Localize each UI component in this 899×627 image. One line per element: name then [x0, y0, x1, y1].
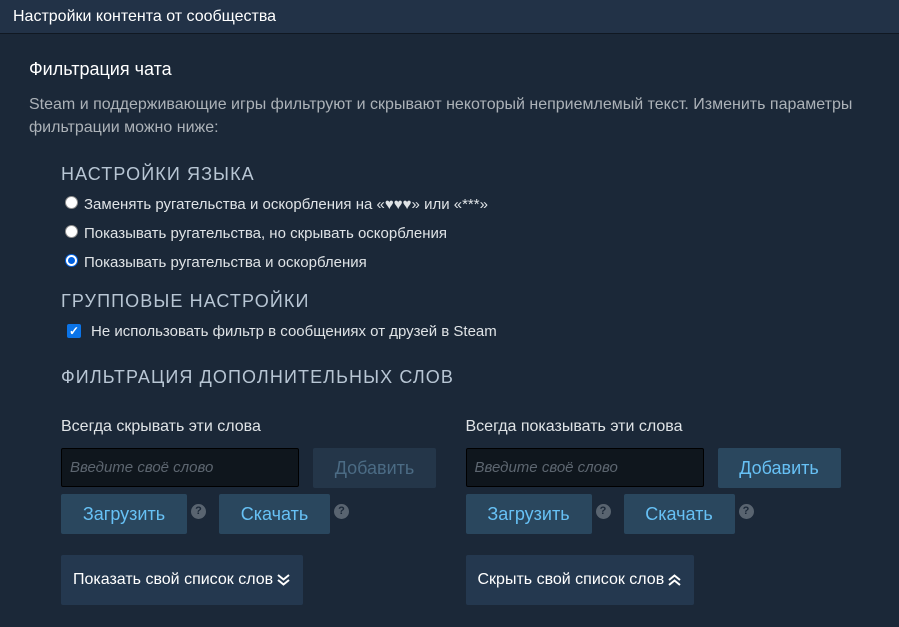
help-icon[interactable]: ?: [191, 503, 206, 519]
language-option-label: Показывать ругательства, но скрывать оск…: [84, 225, 448, 242]
language-option-replace[interactable]: Заменять ругательства и оскорбления на «…: [61, 190, 870, 219]
language-options: Заменять ругательства и оскорбления на «…: [61, 190, 870, 277]
show-words-label: Всегда показывать эти слова: [465, 418, 683, 435]
help-icon[interactable]: ?: [738, 503, 754, 519]
hide-upload-button[interactable]: Загрузить: [61, 494, 187, 534]
double-chevron-down-icon: [277, 574, 290, 586]
language-settings-heading: НАСТРОЙКИ ЯЗЫКА: [61, 164, 255, 184]
hide-add-button[interactable]: Добавить: [313, 448, 436, 488]
checkbox-checked[interactable]: ✓: [67, 324, 81, 338]
extra-words-heading: ФИЛЬТРАЦИЯ ДОПОЛНИТЕЛЬНЫХ СЛОВ: [61, 367, 454, 387]
hide-word-list-toggle[interactable]: Скрыть свой список слов: [465, 555, 695, 605]
radio-button[interactable]: [65, 225, 78, 238]
friends-filter-label: Не использовать фильтр в сообщениях от д…: [91, 322, 497, 340]
show-add-button[interactable]: Добавить: [717, 448, 841, 488]
chat-filter-title: Фильтрация чата: [29, 59, 172, 79]
chat-filter-panel: Фильтрация чата Steam и поддерживающие и…: [0, 34, 899, 605]
hide-words-label: Всегда скрывать эти слова: [61, 418, 261, 435]
language-option-label: Показывать ругательства и оскорбления: [84, 254, 367, 271]
show-download-button[interactable]: Скачать: [623, 494, 735, 534]
radio-button-selected[interactable]: [65, 254, 78, 267]
language-option-hide-insults[interactable]: Показывать ругательства, но скрывать оск…: [61, 219, 870, 248]
help-icon[interactable]: ?: [595, 503, 611, 519]
hide-word-input[interactable]: [61, 448, 299, 487]
window-title: Настройки контента от сообщества: [13, 7, 277, 25]
language-option-show-all[interactable]: Показывать ругательства и оскорбления: [61, 248, 870, 277]
show-upload-button[interactable]: Загрузить: [465, 494, 592, 534]
double-chevron-up-icon: [668, 574, 681, 586]
hide-download-button[interactable]: Скачать: [219, 494, 330, 534]
show-word-list-toggle[interactable]: Показать свой список слов: [61, 555, 304, 605]
hide-word-list-label: Скрыть свой список слов: [477, 571, 665, 588]
show-word-list-label: Показать свой список слов: [73, 571, 274, 588]
language-option-label: Заменять ругательства и оскорбления на «…: [84, 196, 488, 213]
group-settings-heading: ГРУППОВЫЕ НАСТРОЙКИ: [61, 291, 310, 311]
hide-words-column: Всегда скрывать эти слова Добавить Загру…: [61, 418, 466, 605]
chat-filter-description: Steam и поддерживающие игры фильтруют и …: [29, 96, 853, 136]
show-words-column: Всегда показывать эти слова Добавить Заг…: [465, 418, 871, 605]
word-lists: Всегда скрывать эти слова Добавить Загру…: [29, 418, 870, 605]
friends-filter-option[interactable]: ✓ Не использовать фильтр в сообщениях от…: [61, 319, 870, 343]
window-titlebar: Настройки контента от сообщества: [0, 0, 899, 34]
show-word-input[interactable]: [465, 448, 704, 487]
help-icon[interactable]: ?: [334, 503, 349, 519]
radio-button[interactable]: [65, 196, 78, 209]
